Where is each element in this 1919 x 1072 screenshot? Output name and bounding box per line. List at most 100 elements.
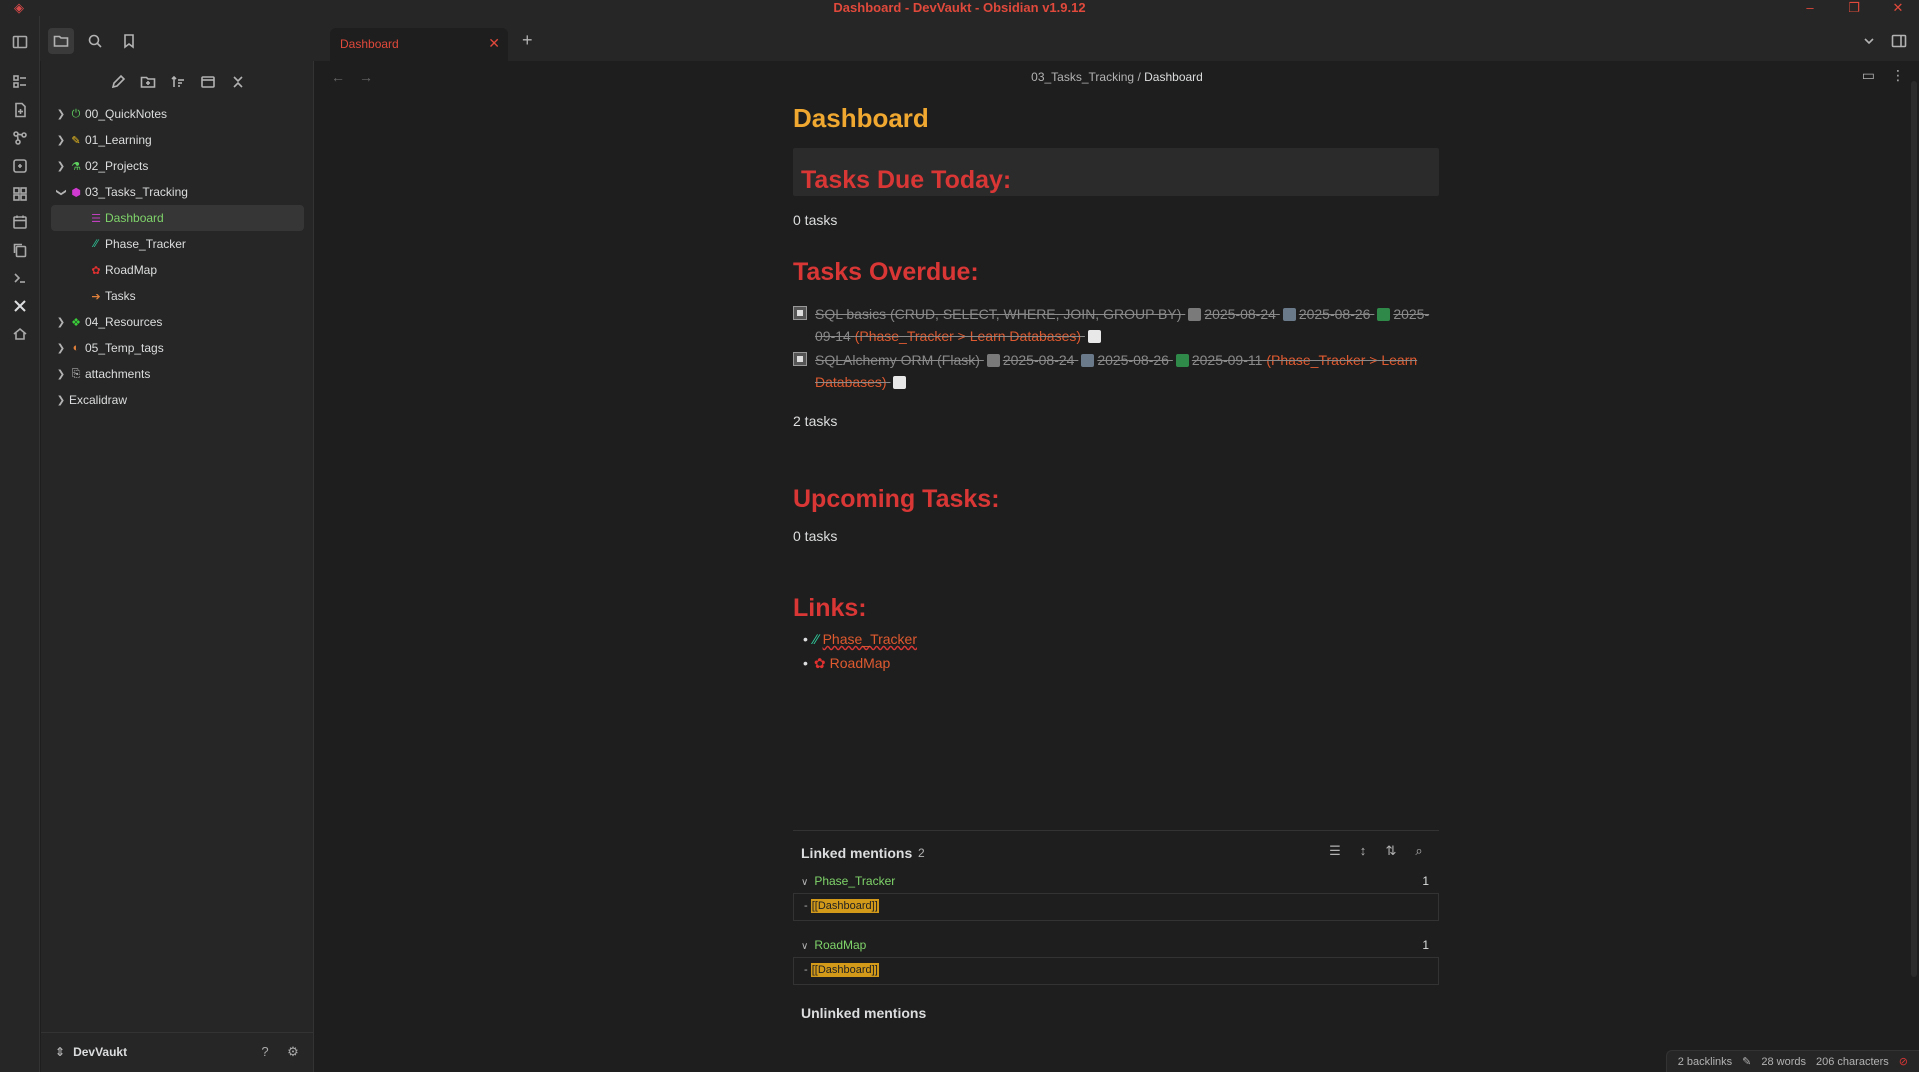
tree-label: 01_Learning [85, 133, 152, 147]
files-icon[interactable] [48, 28, 74, 54]
search-icon[interactable]: ⌕ [1405, 843, 1433, 859]
tree-label: Excalidraw [69, 393, 128, 407]
backlink-group-roadmap[interactable]: ∨ RoadMap 1 [793, 933, 1439, 957]
task-done-date: 2025- [1393, 306, 1430, 322]
home-icon[interactable] [10, 324, 30, 344]
link-roadmap[interactable]: RoadMap [830, 655, 891, 671]
tree-file-phase-tracker[interactable]: ∕∕ Phase_Tracker [51, 231, 304, 257]
tree-file-tasks[interactable]: ➔ Tasks [51, 283, 304, 309]
layout-grid-icon[interactable] [10, 184, 30, 204]
calendar-icon[interactable] [10, 212, 30, 232]
breadcrumb-current[interactable]: Dashboard [1144, 70, 1203, 84]
task-source-link[interactable]: (Phase_Tracker > [1266, 352, 1377, 368]
list-view-icon[interactable]: ☰ [1321, 843, 1349, 859]
backlink-count: 1 [1422, 874, 1429, 888]
check-icon [1175, 354, 1189, 367]
phase-tracker-icon: ∕∕ [813, 631, 819, 647]
note-icon[interactable] [1087, 330, 1101, 343]
tree-label: RoadMap [105, 263, 158, 277]
restore-button[interactable]: ❐ [1832, 0, 1876, 16]
help-icon[interactable]: ? [256, 1044, 274, 1062]
unlinked-mentions-title[interactable]: Unlinked mentions [793, 1005, 1439, 1021]
tree-folder-03-tasks-tracking[interactable]: ❯ ⬢ 03_Tasks_Tracking [51, 179, 304, 205]
editor-pane: ← → 03_Tasks_Tracking / Dashboard ▭ ⋮ Dash… [315, 61, 1919, 1072]
tab-close-icon[interactable]: ✕ [488, 36, 500, 50]
tree-folder-excalidraw[interactable]: ❯ Excalidraw [51, 387, 304, 413]
chevron-right-icon: ❯ [56, 316, 66, 328]
tree-folder-01-learning[interactable]: ❯ ✎ 01_Learning [51, 127, 304, 153]
chevron-down-icon[interactable] [1856, 28, 1882, 54]
due-today-count: 0 tasks [793, 212, 838, 228]
heading-due-today: Tasks Due Today: [801, 166, 1012, 194]
expand-icon[interactable]: ↕ [1349, 843, 1377, 858]
bookmark-icon[interactable] [116, 28, 142, 54]
scrollbar[interactable] [1911, 81, 1917, 977]
reading-view-icon[interactable]: ▭ [1862, 67, 1875, 83]
minimize-button[interactable]: – [1788, 0, 1832, 16]
auto-reveal-icon[interactable] [195, 69, 221, 95]
task-checkbox[interactable] [793, 352, 807, 366]
result-dash: - [804, 964, 808, 976]
link-phase-tracker[interactable]: Phase_Tracker [823, 631, 917, 647]
tab-dashboard[interactable]: Dashboard ✕ [330, 28, 508, 61]
file-explorer-toolbar [41, 69, 314, 93]
vault-switcher[interactable]: ⇕ DevVaukt [55, 1045, 127, 1059]
sort-icon[interactable]: ⇅ [1377, 843, 1405, 859]
folder-icon: ◐ [72, 342, 80, 354]
tree-label: 05_Temp_tags [85, 341, 164, 355]
tree-folder-attachments[interactable]: ❯ ⎘ attachments [51, 361, 304, 387]
tree-folder-04-resources[interactable]: ❯ ❖ 04_Resources [51, 309, 304, 335]
more-options-icon[interactable]: ⋮ [1891, 67, 1905, 83]
backlink-result[interactable]: - [[Dashboard]] [793, 957, 1439, 985]
new-note-icon[interactable] [105, 69, 131, 95]
dashboard-icon[interactable] [10, 72, 30, 92]
tree-folder-02-projects[interactable]: ❯ ⚗ 02_Projects [51, 153, 304, 179]
tree-file-roadmap[interactable]: ✿ RoadMap [51, 257, 304, 283]
left-ribbon [0, 16, 40, 1072]
copy-icon[interactable] [10, 240, 30, 260]
tools-icon[interactable] [10, 296, 30, 316]
task-source-link[interactable]: (Phase_Tracker > Learn Databases) [855, 328, 1081, 344]
close-window-button[interactable]: ✕ [1876, 0, 1919, 16]
folder-icon: ⚗ [71, 160, 81, 173]
task-text: SQLAlchemy ORM (Flask) 2025-08-24 2025-0… [815, 349, 1439, 393]
sort-icon[interactable] [165, 69, 191, 95]
breadcrumb-folder[interactable]: 03_Tasks_Tracking [1031, 70, 1134, 84]
match-highlight: [[Dashboard]] [810, 963, 879, 977]
backlink-result[interactable]: - [[Dashboard]] [793, 893, 1439, 921]
graph-view-icon[interactable] [10, 128, 30, 148]
status-backlinks[interactable]: 2 backlinks [1678, 1056, 1732, 1068]
match-highlight: [[Dashboard]] [810, 899, 879, 913]
status-bar: 2 backlinks ✎ 28 words 206 characters ⊘ [1665, 1050, 1919, 1072]
edit-pencil-icon[interactable]: ✎ [1742, 1055, 1751, 1068]
tree-file-dashboard[interactable]: ☰ Dashboard [51, 205, 304, 231]
new-tab-button[interactable]: + [522, 30, 533, 51]
terminal-icon[interactable] [10, 268, 30, 288]
new-note-icon[interactable] [10, 100, 30, 120]
collapse-all-icon[interactable] [225, 69, 251, 95]
tree-folder-00-quicknotes[interactable]: ❯ ⏻ 00_QuickNotes [51, 101, 304, 127]
chevron-right-icon: ❯ [56, 108, 66, 120]
right-sidebar-toggle-icon[interactable] [1886, 28, 1912, 54]
heading-links: Links: [793, 594, 867, 622]
settings-gear-icon[interactable]: ⚙ [284, 1044, 302, 1062]
sync-off-icon[interactable]: ⊘ [1899, 1055, 1908, 1068]
note-icon[interactable] [893, 376, 907, 389]
toggle-sidebar-icon[interactable] [10, 32, 30, 52]
linked-mentions-count: 2 [918, 846, 925, 860]
list-item: • ✿ RoadMap [803, 655, 891, 671]
list-item: • ∕∕ Phase_Tracker [803, 631, 918, 647]
file-icon: ☰ [91, 212, 101, 225]
tree-label: 02_Projects [85, 159, 149, 173]
task-checkbox[interactable] [793, 306, 807, 320]
backlink-source: RoadMap [814, 938, 867, 952]
canvas-icon[interactable] [10, 156, 30, 176]
tree-folder-05-temp-tags[interactable]: ❯ ◐ 05_Temp_tags [51, 335, 304, 361]
linked-mentions-header: Linked mentions 2 ☰ ↕ ⇅ ⌕ [793, 831, 1439, 869]
heading-overdue: Tasks Overdue: [793, 258, 979, 286]
new-folder-icon[interactable] [135, 69, 161, 95]
search-icon[interactable] [82, 28, 108, 54]
chevron-down-icon: ∨ [801, 877, 809, 888]
file-explorer-sidebar: ❯ ⏻ 00_QuickNotes ❯ ✎ 01_Learning ❯ ⚗ 02_Proje… [41, 61, 314, 1072]
backlink-group-phase-tracker[interactable]: ∨ Phase_Tracker 1 [793, 869, 1439, 893]
